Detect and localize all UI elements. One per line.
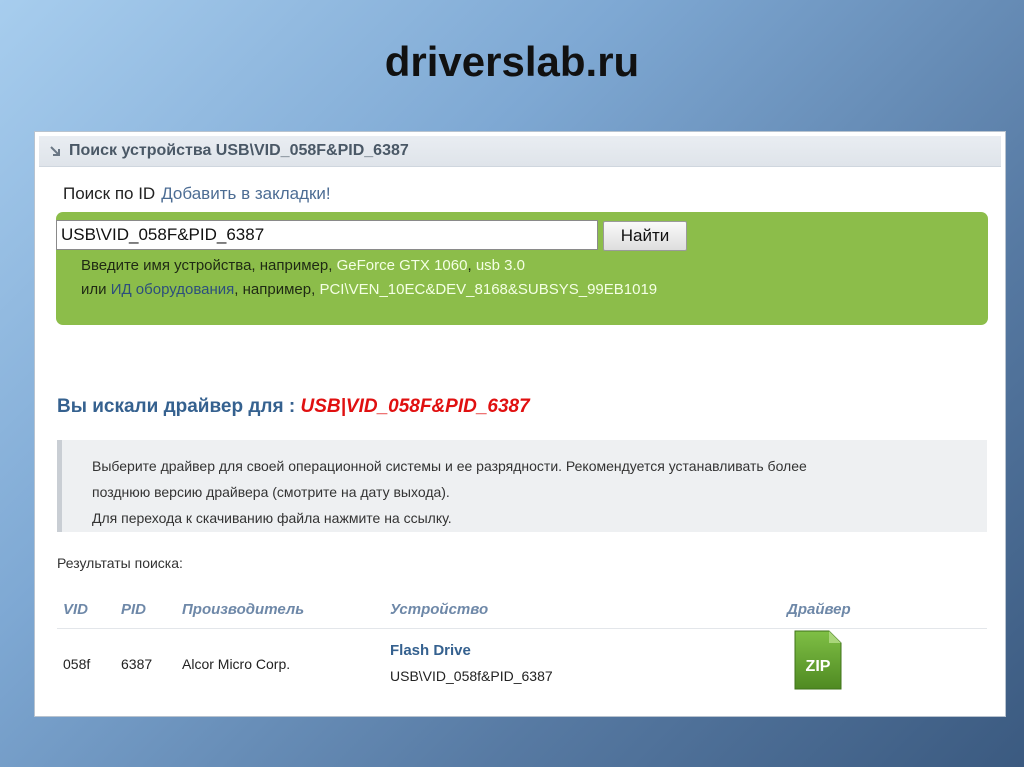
cell-vid: 058f [63, 656, 91, 672]
hint-example-3[interactable]: PCI\VEN_10EC&DEV_8168&SUBSYS_99EB1019 [319, 281, 657, 298]
result-query: USB|VID_058F&PID_6387 [300, 396, 530, 417]
bookmark-link[interactable]: Добавить в закладки! [161, 184, 330, 203]
slide-title: driverslab.ru [384, 38, 640, 85]
column-header-device: Устройство [390, 601, 489, 618]
hint-line-1: Введите имя устройства, например, GeForc… [81, 257, 525, 274]
column-header-vid: VID [63, 601, 89, 618]
results-label: Результаты поиска: [57, 555, 183, 571]
cell-vendor: Alcor Micro Corp. [182, 656, 291, 672]
info-line-2: позднюю версию драйвера (смотрите на дат… [92, 484, 450, 500]
result-title-prefix: Вы искали драйвер для : [57, 396, 296, 417]
result-title: Вы искали драйвер для : USB|VID_058F&PID… [57, 396, 530, 418]
panel-header: Поиск устройства USB\VID_058F&PID_6387 [39, 136, 1001, 167]
search-label: Поиск по ID [63, 184, 156, 203]
search-button[interactable]: Найти [603, 221, 687, 251]
hint-line2-prefix: или [81, 281, 107, 298]
table-divider [57, 628, 987, 629]
info-line-1: Выберите драйвер для своей операционной … [92, 458, 807, 474]
search-input[interactable] [56, 220, 598, 250]
hint-line1-prefix: Введите имя устройства, например, [81, 257, 333, 274]
search-label-row: Поиск по ID Добавить в закладки! [63, 184, 331, 204]
column-header-driver: Драйвер [787, 601, 851, 618]
hint-line2-mid: , например, [234, 281, 316, 298]
zip-file-icon[interactable]: ZIP [791, 629, 845, 693]
hint-example-2[interactable]: usb 3.0 [476, 257, 525, 274]
column-header-vendor: Производитель [182, 601, 305, 618]
device-id: USB\VID_058f&PID_6387 [390, 668, 553, 684]
hint-separator: , [467, 257, 472, 274]
info-box: Выберите драйвер для своей операционной … [57, 440, 987, 532]
panel-header-title: Поиск устройства USB\VID_058F&PID_6387 [69, 142, 409, 159]
info-line-3: Для перехода к скачиванию файла нажмите … [92, 510, 452, 526]
hardware-id-link[interactable]: ИД оборудования [111, 281, 235, 298]
device-name-link[interactable]: Flash Drive [390, 642, 471, 659]
hint-line-2: или ИД оборудования, например, PCI\VEN_1… [81, 281, 657, 298]
column-header-pid: PID [121, 601, 147, 618]
arrow-down-right-icon [49, 145, 61, 157]
cell-pid: 6387 [121, 656, 153, 672]
hint-example-1[interactable]: GeForce GTX 1060 [337, 257, 468, 274]
zip-label: ZIP [806, 658, 831, 675]
search-panel: Поиск устройства USB\VID_058F&PID_6387 П… [34, 131, 1006, 717]
